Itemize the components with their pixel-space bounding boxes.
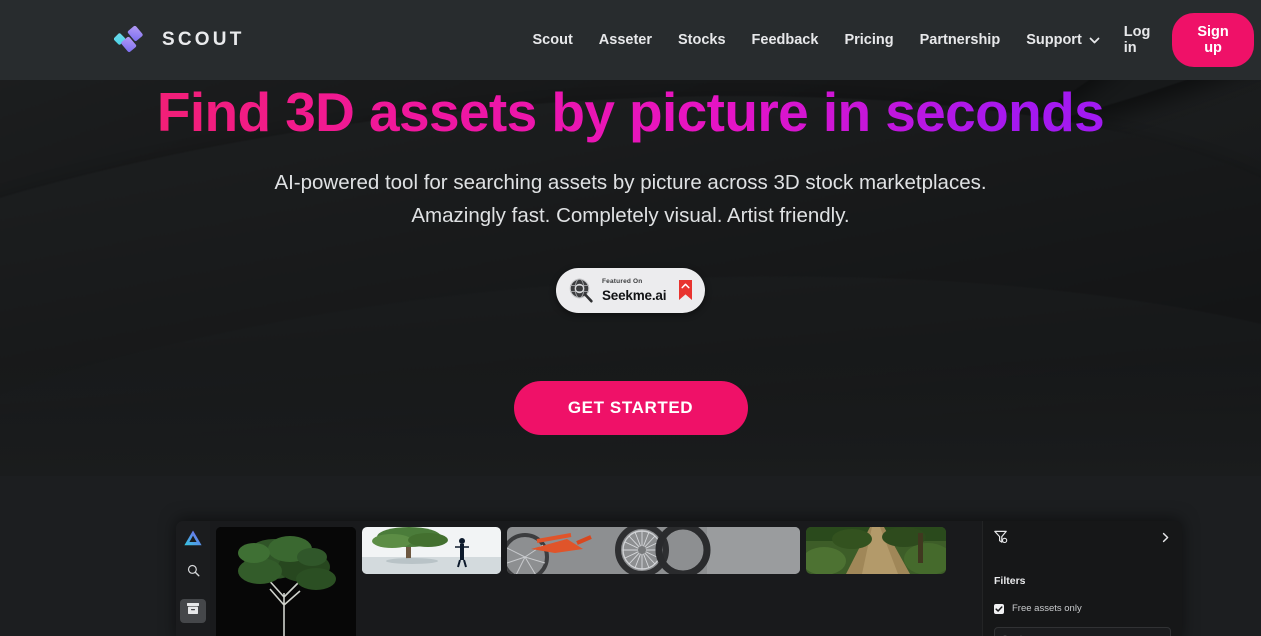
- nav-item-feedback[interactable]: Feedback: [739, 24, 832, 56]
- page-title: Find 3D assets by picture in seconds: [0, 80, 1261, 144]
- nav-label: Stocks: [677, 32, 726, 48]
- badge-eyebrow: Featured On: [602, 278, 643, 285]
- asset-tile-bicycle-wheels[interactable]: [507, 527, 800, 574]
- nav-label: Pricing: [844, 32, 894, 48]
- filters-panel-header: [994, 530, 1171, 548]
- asseter-triangle-logo-icon: [183, 529, 203, 547]
- landing-page: SCOUT Scout Asseter Stocks Feedback Pric…: [0, 0, 1261, 636]
- filter-settings-icon[interactable]: [994, 530, 1008, 549]
- nav-item-asseter[interactable]: Asseter: [586, 24, 665, 56]
- sidebar-item-archive[interactable]: [180, 599, 206, 623]
- scout-diamond-logo-icon: [113, 24, 150, 56]
- filter-free-assets-row[interactable]: Free assets only: [994, 603, 1171, 614]
- filters-panel: Filters Free assets only Stocks: [982, 521, 1182, 636]
- app-sidebar: [176, 521, 210, 636]
- nav-label: Support: [1026, 32, 1082, 48]
- featured-on-badge[interactable]: Featured On Seekme.ai: [556, 268, 705, 313]
- asset-grid: [210, 521, 982, 636]
- stocks-select[interactable]: Stocks: [994, 627, 1171, 636]
- asset-tile-white-tree[interactable]: [216, 527, 356, 636]
- auth-actions: Log in Sign up: [1112, 13, 1254, 67]
- nav-item-stocks[interactable]: Stocks: [665, 24, 739, 56]
- main-nav: Scout Asseter Stocks Feedback Pricing Pa…: [520, 24, 1112, 56]
- nav-label: Scout: [532, 32, 573, 48]
- nav-label: Asseter: [598, 32, 652, 48]
- chevron-right-icon[interactable]: [1160, 530, 1171, 548]
- login-button[interactable]: Log in: [1112, 16, 1163, 64]
- site-header: SCOUT Scout Asseter Stocks Feedback Pric…: [0, 0, 1261, 80]
- hero-subtitle-line-1: AI-powered tool for searching assets by …: [274, 171, 987, 194]
- nav-label: Partnership: [919, 32, 1001, 48]
- get-started-button[interactable]: GET STARTED: [513, 381, 748, 435]
- brand-name: SCOUT: [162, 29, 245, 50]
- nav-label: Feedback: [751, 32, 819, 48]
- free-assets-label: Free assets only: [1012, 603, 1082, 614]
- hero-subtitle: AI-powered tool for searching assets by …: [0, 166, 1261, 232]
- nav-item-support[interactable]: Support: [1013, 24, 1112, 56]
- archive-box-icon: [186, 602, 200, 620]
- asset-tile-forest-path[interactable]: [806, 527, 946, 574]
- bookmark-icon: [677, 279, 694, 302]
- badge-text: Featured On Seekme.ai: [602, 278, 669, 303]
- app-preview-stage: Filters Free assets only Stocks: [0, 476, 1261, 636]
- badge-site-name: Seekme.ai: [602, 287, 667, 303]
- brand-logo[interactable]: SCOUT: [113, 24, 245, 56]
- nav-item-scout[interactable]: Scout: [520, 24, 586, 56]
- signup-button[interactable]: Sign up: [1172, 13, 1254, 67]
- hero-subtitle-line-2: Amazingly fast. Completely visual. Artis…: [411, 204, 850, 227]
- globe-search-icon: [567, 277, 594, 304]
- free-assets-checkbox[interactable]: [994, 603, 1004, 614]
- app-preview-window: Filters Free assets only Stocks: [176, 521, 1182, 636]
- nav-item-partnership[interactable]: Partnership: [907, 24, 1014, 56]
- search-icon: [187, 564, 200, 582]
- asset-tile-tree-with-person[interactable]: [362, 527, 501, 574]
- nav-item-pricing[interactable]: Pricing: [831, 24, 906, 56]
- filters-title: Filters: [994, 575, 1026, 587]
- sidebar-item-search[interactable]: [180, 561, 206, 585]
- hero-section: Find 3D assets by picture in seconds AI-…: [0, 80, 1261, 435]
- chevron-down-icon: [1089, 34, 1100, 44]
